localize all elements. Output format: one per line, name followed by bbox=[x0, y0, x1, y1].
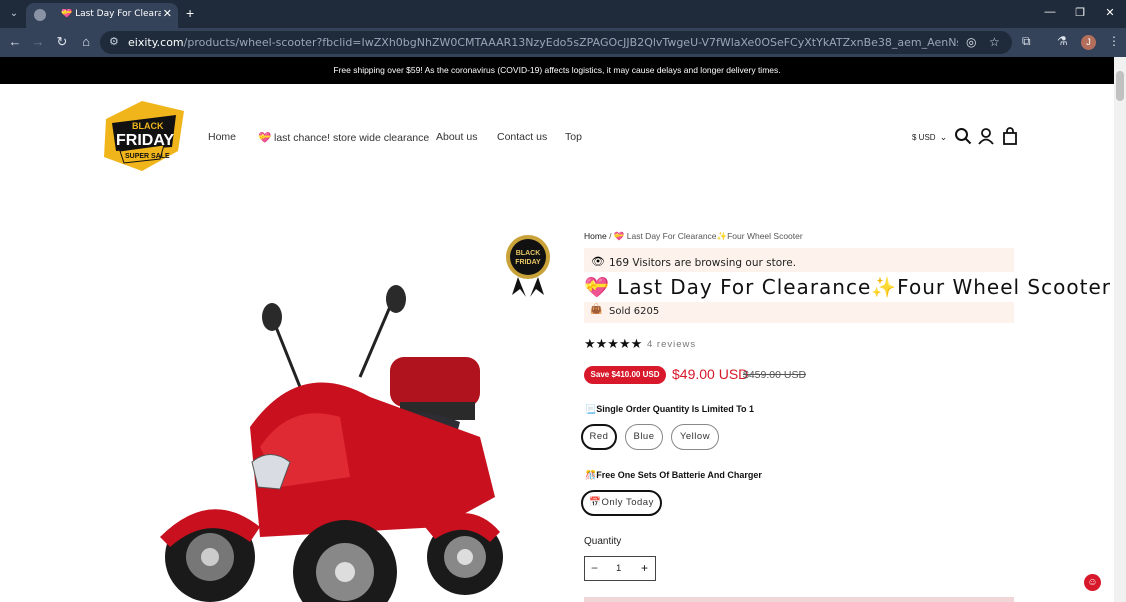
nav-home[interactable]: Home bbox=[208, 131, 236, 143]
add-to-cart-button[interactable] bbox=[584, 597, 1014, 602]
currency-selector[interactable]: $ USD ⌄ bbox=[912, 132, 947, 143]
eye-icon: 👁 bbox=[591, 256, 605, 268]
star-rating[interactable]: ★★★★★ bbox=[584, 336, 642, 352]
badge-line1: BLACK bbox=[516, 250, 541, 257]
offer-option-only-today[interactable]: 📅Only Today bbox=[581, 490, 662, 516]
home-icon[interactable]: ⌂ bbox=[78, 34, 94, 49]
product-image[interactable]: BLACK FRIDAY bbox=[140, 227, 560, 602]
site-info-icon[interactable]: ⚙ bbox=[109, 35, 119, 48]
chat-icon[interactable]: ☺ bbox=[1084, 574, 1101, 591]
sale-price: $49.00 USD bbox=[672, 366, 749, 382]
currency-label: $ USD bbox=[912, 133, 936, 142]
breadcrumb: Home / 💝 Last Day For Clearance✨Four Whe… bbox=[584, 231, 803, 242]
product-info-box: 👁 169 Visitors are browsing our store. 💝… bbox=[584, 248, 1110, 323]
eye-off-icon[interactable]: ◎ bbox=[966, 35, 976, 49]
bookmark-star-icon[interactable]: ☆ bbox=[989, 35, 1000, 49]
close-window-icon[interactable]: ✕ bbox=[1103, 6, 1117, 19]
close-tab-icon[interactable]: ✕ bbox=[163, 7, 172, 20]
logo-line3: SUPER SALE bbox=[125, 153, 170, 160]
reload-icon[interactable]: ↻ bbox=[54, 34, 70, 50]
account-icon[interactable] bbox=[977, 127, 995, 145]
nav-clearance[interactable]: 💝 last chance! store wide clearance bbox=[258, 131, 429, 144]
restore-icon[interactable]: ❐ bbox=[1073, 6, 1087, 19]
page-scrollbar[interactable] bbox=[1114, 57, 1126, 602]
back-icon[interactable]: ← bbox=[7, 34, 23, 49]
breadcrumb-separator: / bbox=[609, 231, 612, 241]
nav-contact[interactable]: Contact us bbox=[497, 131, 547, 143]
extensions-icon[interactable]: ⧉ bbox=[1022, 34, 1031, 49]
new-tab-icon[interactable]: + bbox=[186, 5, 194, 21]
labs-icon[interactable]: ⚗ bbox=[1057, 34, 1068, 48]
url-text[interactable]: eixity.com/products/wheel-scooter?fbclid… bbox=[128, 36, 958, 49]
breadcrumb-home[interactable]: Home bbox=[584, 231, 607, 241]
quantity-stepper: − 1 + bbox=[584, 556, 656, 581]
color-option-yellow[interactable]: Yellow bbox=[671, 424, 719, 450]
profile-avatar[interactable]: J bbox=[1081, 35, 1096, 50]
bag-icon: 👜 bbox=[590, 304, 603, 315]
nav-top[interactable]: Top bbox=[565, 131, 582, 143]
logo-line1: BLACK bbox=[132, 121, 164, 131]
browser-toolbar: ← → ↻ ⌂ ⚙ eixity.com/products/wheel-scoo… bbox=[0, 28, 1126, 57]
tab-search-icon[interactable]: ⌄ bbox=[6, 6, 22, 22]
favicon-icon bbox=[34, 9, 46, 21]
black-friday-badge: BLACK FRIDAY bbox=[506, 235, 550, 297]
page-content: Free shipping over $59! As the coronavir… bbox=[0, 57, 1114, 602]
sold-count: Sold 6205 bbox=[609, 306, 660, 317]
quantity-input[interactable]: 1 bbox=[616, 563, 621, 574]
minimize-icon[interactable]: — bbox=[1043, 6, 1057, 18]
product-title: 💝 Last Day For Clearance✨Four Wheel Scoo… bbox=[584, 272, 1110, 302]
forward-icon[interactable]: → bbox=[30, 34, 46, 49]
option2-label: 🎊Free One Sets Of Batterie And Charger bbox=[585, 470, 762, 480]
logo-line2: FRIDAY bbox=[116, 132, 174, 149]
visitor-count: 169 Visitors are browsing our store. bbox=[609, 257, 797, 269]
save-badge: Save $410.00 USD bbox=[584, 366, 666, 384]
browser-tab-bar: ⌄ 💝 Last Day For Clearance✨Four Whe ✕ + … bbox=[0, 0, 1126, 28]
nav-about[interactable]: About us bbox=[436, 131, 477, 143]
tab-title: 💝 Last Day For Clearance✨Four Whe bbox=[61, 9, 161, 19]
minus-icon[interactable]: − bbox=[591, 561, 598, 575]
store-logo[interactable]: BLACK FRIDAY SUPER SALE bbox=[98, 99, 188, 174]
breadcrumb-current: 💝 Last Day For Clearance✨Four Wheel Scoo… bbox=[613, 231, 803, 241]
cart-icon[interactable] bbox=[1001, 127, 1019, 145]
option1-label: 📃Single Order Quantity Is Limited To 1 bbox=[585, 404, 755, 414]
color-option-blue[interactable]: Blue bbox=[625, 424, 663, 450]
browser-menu-icon[interactable]: ⋮ bbox=[1108, 34, 1120, 48]
plus-icon[interactable]: + bbox=[641, 561, 648, 575]
quantity-label: Quantity bbox=[584, 536, 622, 547]
announcement-bar: Free shipping over $59! As the coronavir… bbox=[0, 57, 1114, 84]
address-bar[interactable]: ⚙ eixity.com/products/wheel-scooter?fbcl… bbox=[100, 31, 1012, 54]
search-icon[interactable] bbox=[954, 127, 972, 145]
scroll-thumb[interactable] bbox=[1116, 71, 1124, 101]
compare-price: $459.00 USD bbox=[743, 369, 807, 381]
color-option-red[interactable]: Red bbox=[581, 424, 617, 450]
review-count[interactable]: 4 reviews bbox=[647, 339, 696, 350]
browser-tab[interactable]: 💝 Last Day For Clearance✨Four Whe ✕ bbox=[26, 3, 178, 28]
badge-line2: FRIDAY bbox=[515, 259, 541, 266]
chevron-down-icon: ⌄ bbox=[939, 132, 948, 142]
